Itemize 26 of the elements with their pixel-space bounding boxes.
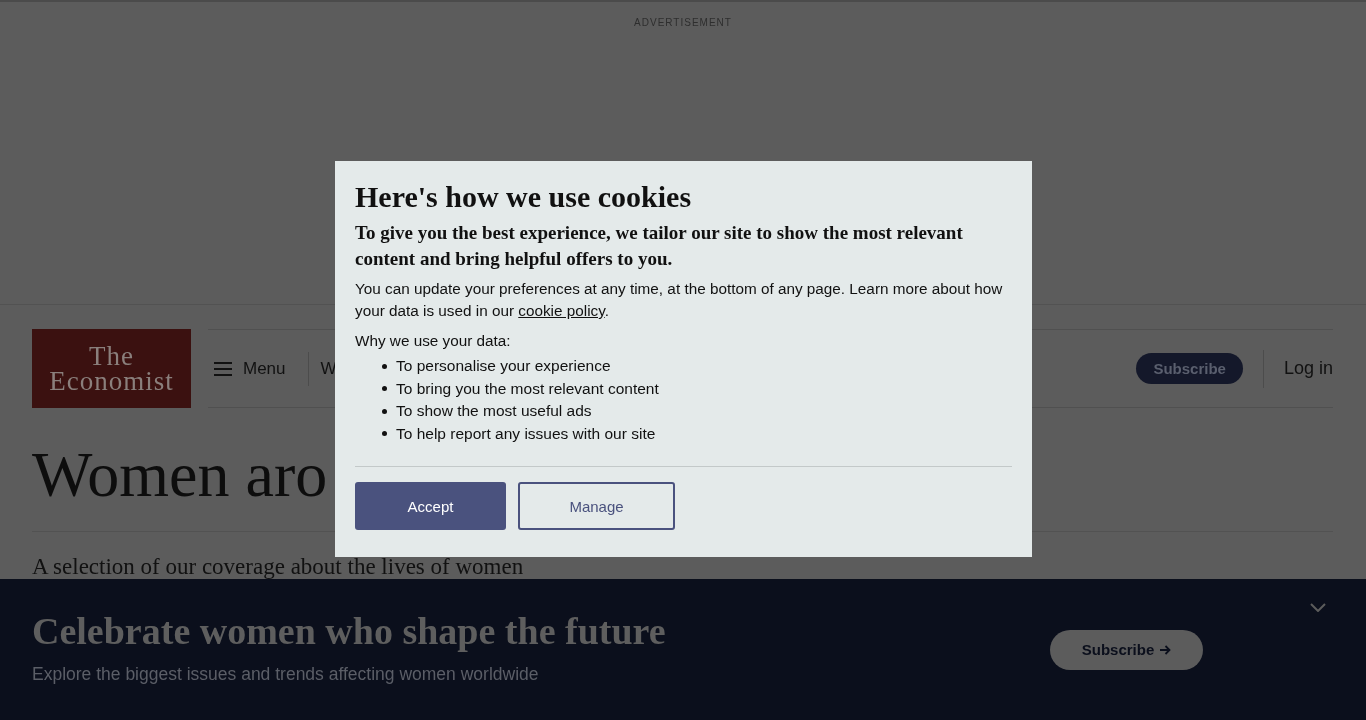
cookie-policy-link[interactable]: cookie policy: [518, 302, 605, 319]
bullet-icon: [382, 408, 387, 414]
dialog-lead-text: To give you the best experience, we tailor our site to show the most relevant content and bring helpful offers to you.: [355, 221, 964, 271]
bullet-icon: [382, 386, 387, 392]
subscribe-button[interactable]: Subscribe: [1136, 353, 1243, 384]
nav-link[interactable]: W: [320, 358, 337, 379]
chevron-down-icon[interactable]: [1310, 603, 1326, 612]
banner-subscribe-button[interactable]: Subscribe: [1050, 629, 1203, 670]
banner-title: Celebrate women who shape the future: [32, 609, 667, 653]
menu-button[interactable]: Menu: [208, 354, 292, 383]
dialog-body-text: You can update your preferences at any time, at the bottom of any page. Learn more about how your data is used in our cookie policy.: [355, 279, 1004, 321]
bullet-icon: [382, 431, 387, 437]
dialog-title: Here's how we use cookies: [355, 179, 693, 215]
banner-text: Explore the biggest issues and trends affecting women worldwide: [32, 663, 540, 685]
bullet-icon: [382, 363, 387, 369]
arrow-right-icon: [1160, 644, 1172, 655]
logo[interactable]: The Economist: [32, 329, 191, 408]
reason-text: To personalise your experience: [396, 356, 611, 376]
accept-button[interactable]: Accept: [355, 482, 506, 530]
reason-text: To show the most useful ads: [396, 401, 592, 421]
list-heading: Why we use your data:: [355, 331, 512, 351]
reason-text: To bring you the most relevant content: [396, 378, 659, 399]
login-link[interactable]: Log in: [1283, 358, 1333, 379]
page-subtitle: A selection of our coverage about the lives of women: [32, 556, 525, 578]
manage-button[interactable]: Manage: [518, 482, 675, 530]
menu-icon: [214, 361, 232, 376]
